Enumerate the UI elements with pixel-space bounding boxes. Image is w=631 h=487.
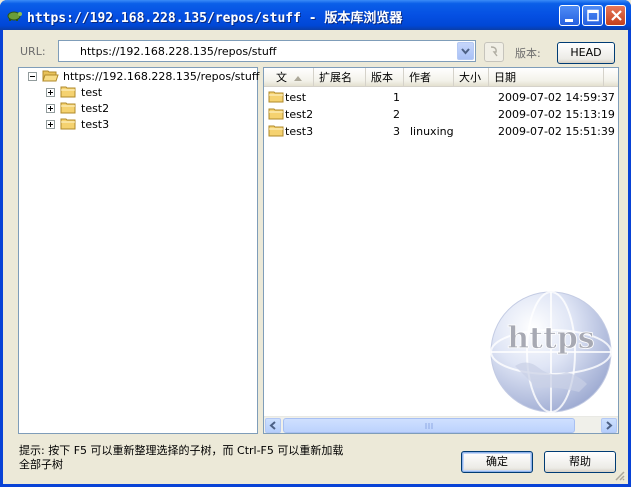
item-author: linuxing: [410, 125, 454, 138]
title-bar[interactable]: https://192.168.228.135/repos/stuff - 版本…: [0, 0, 631, 30]
https-globe-watermark: https: [490, 291, 612, 413]
list-item[interactable]: test 1 2009-07-02 14:59:37: [264, 89, 618, 106]
item-name: test: [285, 91, 307, 104]
horizontal-scrollbar[interactable]: [264, 416, 618, 433]
column-header-revision[interactable]: 版本: [366, 68, 404, 87]
folder-icon: [60, 102, 76, 114]
item-date: 2009-07-02 14:59:37: [498, 91, 615, 104]
expand-toggle[interactable]: [46, 104, 55, 113]
scroll-thumb[interactable]: [283, 418, 575, 433]
revision-label: 版本:: [515, 47, 541, 60]
url-combobox[interactable]: https://192.168.228.135/repos/stuff: [58, 40, 476, 62]
tree-item-label: test2: [81, 102, 110, 115]
column-header-label: 文: [276, 71, 287, 84]
folder-icon: [268, 125, 284, 137]
column-header-label: 大小: [459, 71, 481, 84]
watermark-text: https: [507, 321, 594, 356]
maximize-icon: [587, 9, 599, 22]
arrow-icon: [490, 46, 498, 57]
close-icon: [611, 10, 622, 21]
column-header-date[interactable]: 日期: [489, 68, 604, 87]
item-revision: 3: [393, 125, 400, 138]
url-label: URL:: [20, 45, 46, 58]
item-name: test3: [285, 125, 314, 138]
folder-icon: [60, 86, 76, 98]
hint-text: 提示: 按下 F5 可以重新整理选择的子树，而 Ctrl-F5 可以重新加载全部…: [19, 444, 344, 471]
list-item[interactable]: test3 3 linuxing 2009-07-02 15:51:39: [264, 123, 618, 140]
ok-button[interactable]: 确定: [461, 451, 533, 473]
item-date: 2009-07-02 15:51:39: [498, 125, 615, 138]
expand-toggle[interactable]: [46, 120, 55, 129]
back-button[interactable]: [484, 42, 504, 62]
folder-icon: [268, 108, 284, 120]
repository-tree[interactable]: https://192.168.228.135/repos/stuff test…: [18, 67, 260, 434]
expand-toggle[interactable]: [46, 88, 55, 97]
tree-item-label: https://192.168.228.135/repos/stuff: [63, 70, 260, 83]
resize-grip-icon[interactable]: [613, 469, 625, 481]
chevron-left-icon: [269, 421, 276, 430]
minimize-icon: [565, 19, 573, 22]
column-header-label: 作者: [409, 71, 431, 84]
scroll-right-button[interactable]: [601, 418, 617, 433]
list-header: 文 扩展名 版本 作者 大小 日期: [264, 68, 618, 87]
close-button[interactable]: [605, 5, 626, 26]
maximize-button[interactable]: [582, 5, 603, 26]
item-name: test2: [285, 108, 314, 121]
column-header-size[interactable]: 大小: [454, 68, 489, 87]
list-item[interactable]: test2 2 2009-07-02 15:13:19: [264, 106, 618, 123]
grip-icon: [425, 423, 433, 429]
chevron-right-icon: [606, 421, 613, 430]
column-header-extra[interactable]: [604, 68, 618, 87]
window-title: https://192.168.228.135/repos/stuff - 版本…: [27, 11, 403, 26]
item-date: 2009-07-02 15:13:19: [498, 108, 615, 121]
revision-head-button[interactable]: HEAD: [557, 42, 615, 64]
column-header-author[interactable]: 作者: [404, 68, 454, 87]
tortoise-icon: [7, 11, 22, 21]
item-revision: 1: [393, 91, 400, 104]
scroll-left-button[interactable]: [265, 418, 281, 433]
sort-ascending-icon: [294, 76, 302, 81]
tree-item-label: test: [81, 86, 103, 99]
column-header-extension[interactable]: 扩展名: [314, 68, 366, 87]
collapse-toggle[interactable]: [28, 72, 37, 81]
folder-icon: [60, 118, 76, 130]
repo-browser-window: https://192.168.228.135/repos/stuff - 版本…: [0, 0, 631, 487]
url-dropdown-button[interactable]: [457, 42, 474, 60]
column-header-name[interactable]: 文: [264, 68, 314, 87]
item-revision: 2: [393, 108, 400, 121]
column-header-label: 扩展名: [319, 71, 352, 84]
column-header-label: 日期: [494, 71, 516, 84]
help-button[interactable]: 帮助: [544, 451, 616, 473]
chevron-down-icon: [461, 48, 470, 55]
folder-open-icon: [42, 70, 59, 82]
folder-icon: [268, 91, 284, 103]
tree-item-label: test3: [81, 118, 110, 131]
minimize-button[interactable]: [559, 5, 580, 26]
url-value: https://192.168.228.135/repos/stuff: [80, 45, 277, 58]
column-header-label: 版本: [371, 71, 393, 84]
